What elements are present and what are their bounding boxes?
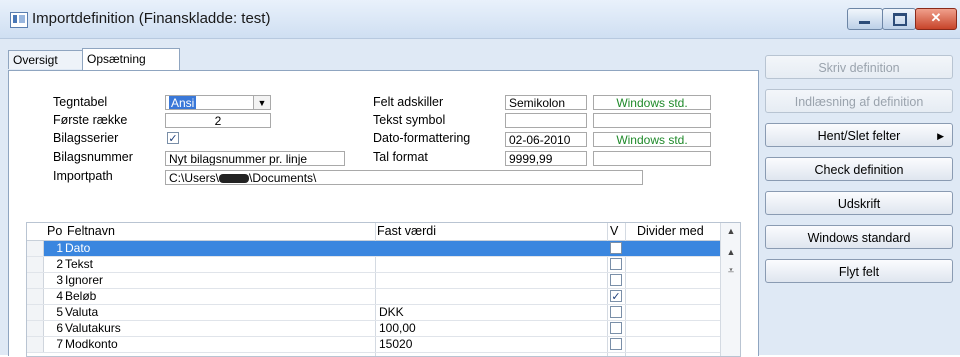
flyt-felt-button[interactable]: Flyt felt bbox=[765, 259, 953, 283]
indlaesning-definition-button[interactable]: Indlæsning af definition bbox=[765, 89, 953, 113]
scroll-up-icon[interactable]: ▲ bbox=[721, 226, 740, 236]
cell-po: 6 bbox=[56, 321, 63, 335]
felt-adskiller-label: Felt adskiller bbox=[373, 95, 444, 109]
tal-format-label: Tal format bbox=[373, 150, 428, 164]
grid-scrollbar[interactable]: ▲ ▲ ⩡ bbox=[720, 223, 740, 356]
tekst-symbol-std[interactable] bbox=[593, 113, 711, 128]
cell-po: 1 bbox=[56, 241, 63, 255]
cell-v-checkbox[interactable]: ✓ bbox=[610, 290, 622, 303]
tab-oversigt[interactable]: Oversigt bbox=[8, 50, 90, 69]
table-row[interactable]: 6 Valutakurs 100,00 bbox=[27, 321, 720, 337]
close-icon: ✕ bbox=[930, 10, 942, 25]
hent-slet-label: Hent/Slet felter bbox=[817, 129, 901, 143]
cell-feltnavn: Ignorer bbox=[65, 273, 104, 287]
bilagsnummer-label: Bilagsnummer bbox=[53, 150, 133, 164]
felt-adskiller-std[interactable]: Windows std. bbox=[593, 95, 711, 110]
row-header bbox=[27, 273, 44, 288]
table-row[interactable]: 4 Beløb ✓ bbox=[27, 289, 720, 305]
cell-fast-vaerdi: 15020 bbox=[379, 337, 413, 351]
tegntabel-select[interactable]: Ansi ▼ bbox=[165, 95, 271, 110]
importpath-label: Importpath bbox=[53, 169, 113, 183]
minimize-icon bbox=[859, 21, 870, 24]
forste-raekke-label: Første række bbox=[53, 113, 128, 127]
cell-v-checkbox[interactable] bbox=[610, 242, 622, 254]
scroll-bottom-icon[interactable]: ⩡ bbox=[721, 265, 740, 278]
field-grid: Po Feltnavn Fast værdi V Divider med 1 Da… bbox=[26, 222, 741, 357]
tekst-symbol-field[interactable] bbox=[505, 113, 587, 128]
grid-header: Po Feltnavn Fast værdi V Divider med bbox=[27, 223, 740, 241]
column-feltnavn: Feltnavn bbox=[67, 224, 115, 238]
felt-adskiller-field[interactable]: Semikolon bbox=[505, 95, 587, 110]
cell-v-checkbox[interactable] bbox=[610, 338, 622, 350]
dato-formattering-field[interactable]: 02-06-2010 bbox=[505, 132, 587, 147]
column-v: V bbox=[610, 224, 619, 238]
table-row[interactable]: 5 Valuta DKK bbox=[27, 305, 720, 321]
table-row[interactable]: 2 Tekst bbox=[27, 257, 720, 273]
maximize-button[interactable] bbox=[882, 8, 916, 30]
cell-fast-vaerdi: 100,00 bbox=[379, 321, 416, 335]
importpath-suffix: \Documents\ bbox=[249, 171, 317, 185]
row-header bbox=[27, 289, 44, 304]
cell-po: 4 bbox=[56, 289, 63, 303]
cell-po: 3 bbox=[56, 273, 63, 287]
close-button[interactable]: ✕ bbox=[915, 8, 957, 30]
row-header bbox=[27, 321, 44, 336]
chevron-down-icon[interactable]: ▼ bbox=[253, 96, 270, 109]
cell-feltnavn: Valutakurs bbox=[65, 321, 121, 335]
skriv-definition-button[interactable]: Skriv definition bbox=[765, 55, 953, 79]
tal-format-std[interactable] bbox=[593, 151, 711, 166]
minimize-button[interactable] bbox=[847, 8, 883, 30]
redacted-username bbox=[219, 174, 250, 184]
bilagsnummer-field[interactable]: Nyt bilagsnummer pr. linje bbox=[165, 151, 345, 166]
maximize-icon bbox=[893, 13, 907, 26]
column-divider-med: Divider med bbox=[637, 224, 704, 238]
windows-standard-button[interactable]: Windows standard bbox=[765, 225, 953, 249]
dato-formattering-std[interactable]: Windows std. bbox=[593, 132, 711, 147]
cell-v-checkbox[interactable] bbox=[610, 274, 622, 286]
cell-feltnavn: Modkonto bbox=[65, 337, 118, 351]
cell-feltnavn: Tekst bbox=[65, 257, 94, 271]
check-definition-button[interactable]: Check definition bbox=[765, 157, 953, 181]
tab-opsaetning[interactable]: Opsætning bbox=[82, 48, 180, 71]
submenu-arrow-icon: ▶ bbox=[937, 131, 944, 141]
cell-po: 2 bbox=[56, 257, 63, 271]
tal-format-field[interactable]: 9999,99 bbox=[505, 151, 587, 166]
column-po: Po bbox=[47, 224, 63, 238]
cell-v-checkbox[interactable] bbox=[610, 306, 622, 318]
dato-formattering-label: Dato-formattering bbox=[373, 131, 471, 145]
window-title: Importdefinition (Finanskladde: test) bbox=[32, 10, 271, 27]
cell-feltnavn: Dato bbox=[65, 241, 91, 255]
bilagsserier-label: Bilagsserier bbox=[53, 131, 119, 145]
table-row[interactable]: 7 Modkonto 15020 bbox=[27, 337, 720, 353]
scroll-up-small-icon[interactable]: ▲ bbox=[721, 247, 740, 257]
tekst-symbol-label: Tekst symbol bbox=[373, 113, 446, 127]
cell-po: 7 bbox=[56, 337, 63, 351]
table-row[interactable]: 3 Ignorer bbox=[27, 273, 720, 289]
cell-v-checkbox[interactable] bbox=[610, 322, 622, 334]
row-header bbox=[27, 305, 44, 320]
forste-raekke-field[interactable]: 2 bbox=[165, 113, 271, 128]
column-fast-vaerdi: Fast værdi bbox=[377, 224, 437, 238]
importpath-field[interactable]: C:\Users\ \Documents\ bbox=[165, 170, 643, 185]
bilagsserier-checkbox[interactable]: ✓ bbox=[167, 132, 179, 145]
cell-po: 5 bbox=[56, 305, 63, 319]
title-bar: Importdefinition (Finanskladde: test) ✕ bbox=[0, 0, 960, 39]
app-icon bbox=[10, 12, 28, 28]
hent-slet-felter-button[interactable]: Hent/Slet felter ▶ bbox=[765, 123, 953, 147]
cell-feltnavn: Valuta bbox=[65, 305, 99, 319]
row-header bbox=[27, 257, 44, 272]
udskrift-button[interactable]: Udskrift bbox=[765, 191, 953, 215]
cell-feltnavn: Beløb bbox=[65, 289, 97, 303]
import-definition-window: Importdefinition (Finanskladde: test) ✕ … bbox=[0, 0, 960, 357]
tegntabel-label: Tegntabel bbox=[53, 95, 108, 109]
importpath-prefix: C:\Users\ bbox=[169, 171, 220, 185]
tegntabel-value: Ansi bbox=[169, 96, 197, 110]
row-header bbox=[27, 241, 44, 256]
row-header bbox=[27, 337, 44, 352]
cell-fast-vaerdi: DKK bbox=[379, 305, 404, 319]
cell-v-checkbox[interactable] bbox=[610, 258, 622, 270]
table-row[interactable]: 1 Dato bbox=[27, 241, 720, 257]
